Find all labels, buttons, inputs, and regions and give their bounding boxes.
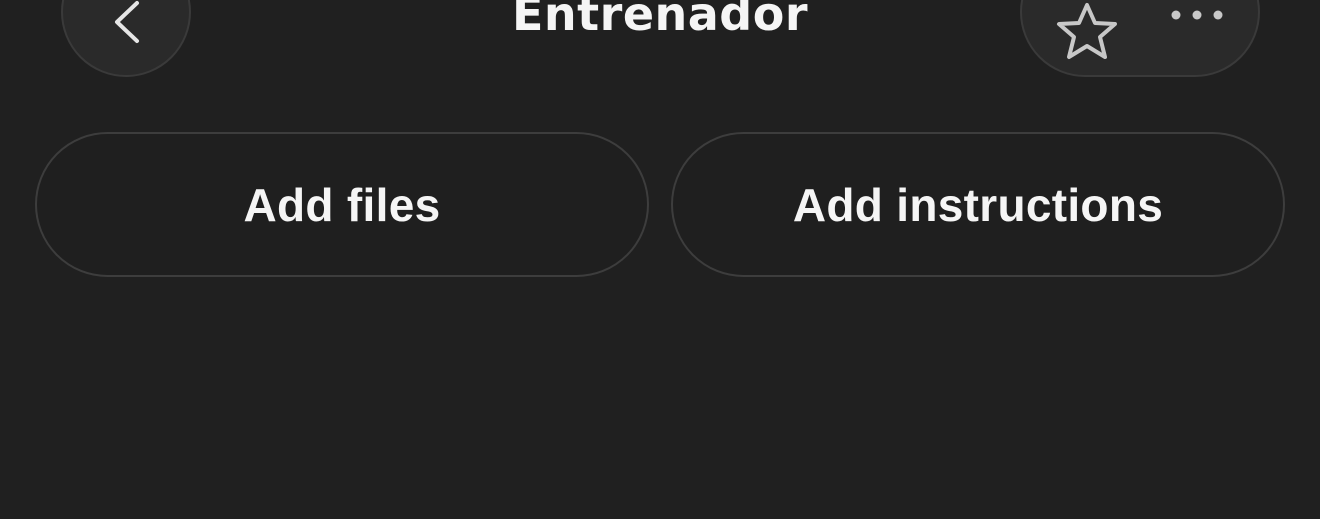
page-title: Entrenador [511,0,809,41]
chevron-left-icon [115,1,139,43]
add-files-button[interactable]: Add files [35,132,649,277]
star-icon[interactable] [1055,1,1119,61]
add-instructions-button[interactable]: Add instructions [671,132,1285,277]
more-horizontal-icon[interactable] [1169,7,1225,23]
header-actions [1020,0,1260,77]
back-button[interactable] [61,0,191,77]
